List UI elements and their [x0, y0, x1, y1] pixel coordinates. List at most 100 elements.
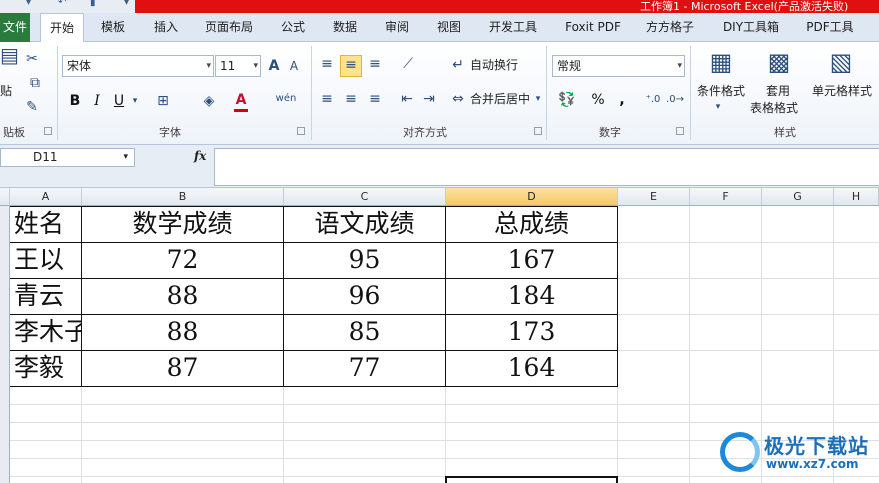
tab-page-layout[interactable]: 页面布局	[196, 13, 262, 42]
cell-b4[interactable]: 88	[82, 315, 283, 351]
align-middle-icon[interactable]: ≡	[340, 55, 362, 77]
cell-a1[interactable]: 姓名	[10, 207, 81, 243]
cell-c1[interactable]: 语文成绩	[284, 207, 445, 243]
tab-review[interactable]: 审阅	[376, 13, 418, 42]
increase-decimal-icon[interactable]: ⁺.0	[644, 91, 662, 109]
pinyin-icon[interactable]: wén	[274, 90, 298, 108]
column-header-f[interactable]: F	[690, 188, 762, 206]
formula-input[interactable]	[214, 148, 879, 186]
tab-developer[interactable]: 开发工具	[480, 13, 546, 42]
alignment-launcher-icon[interactable]	[534, 127, 542, 135]
cell-b2[interactable]: 72	[82, 243, 283, 279]
cell-d3[interactable]: 184	[446, 279, 617, 315]
tab-foxit-pdf[interactable]: Foxit PDF	[556, 13, 630, 42]
wrap-text-icon[interactable]: ↵	[450, 56, 466, 74]
row-headers[interactable]	[0, 206, 10, 483]
cell-c4[interactable]: 85	[284, 315, 445, 351]
cell-styles-button[interactable]: 单元格样式	[812, 82, 872, 100]
select-all-corner[interactable]	[0, 188, 10, 206]
tab-view[interactable]: 视图	[428, 13, 470, 42]
format-as-table-label-line1[interactable]: 套用	[766, 82, 790, 100]
comma-icon[interactable]: ,	[616, 91, 628, 109]
cell-a4[interactable]: 李木子	[10, 315, 81, 351]
tab-templates[interactable]: 模板	[90, 13, 136, 42]
align-right-icon[interactable]: ≡	[366, 90, 384, 108]
redo-icon[interactable]: ▮	[90, 0, 96, 8]
tab-file[interactable]: 文件	[0, 13, 30, 42]
cell-b1[interactable]: 数学成绩	[82, 207, 283, 243]
chevron-down-icon[interactable]: ▾	[130, 92, 140, 110]
cell-d4[interactable]: 173	[446, 315, 617, 351]
align-top-icon[interactable]: ≡	[318, 55, 336, 73]
name-box[interactable]: D11 ▾	[0, 148, 135, 167]
undo-icon[interactable]: ↶	[58, 0, 66, 8]
decrease-indent-icon[interactable]: ⇤	[398, 90, 416, 108]
format-as-table-label-line2[interactable]: 表格格式	[750, 99, 798, 117]
clipboard-launcher-icon[interactable]	[44, 127, 52, 135]
tab-diy-toolbox[interactable]: DIY工具箱	[712, 13, 790, 42]
cell-b5[interactable]: 87	[82, 351, 283, 387]
text-orientation-icon[interactable]: ⟋	[396, 55, 420, 73]
decrease-decimal-icon[interactable]: .0→	[666, 91, 684, 109]
cell-a5[interactable]: 李毅	[10, 351, 81, 387]
number-format-combo[interactable]: 常规 ▾	[552, 55, 685, 77]
decrease-font-icon[interactable]: A	[286, 57, 302, 75]
tab-insert[interactable]: 插入	[144, 13, 188, 42]
font-name-combo[interactable]: 宋体 ▾	[62, 55, 214, 77]
cell-b3[interactable]: 88	[82, 279, 283, 315]
tab-data[interactable]: 数据	[324, 13, 366, 42]
paste-icon[interactable]: ▤	[0, 45, 19, 65]
merge-center-icon[interactable]: ⇔	[450, 90, 466, 108]
customize-qat-icon[interactable]: ▾	[124, 0, 129, 8]
merge-center-button[interactable]: 合并后居中	[470, 90, 530, 108]
bold-icon[interactable]: B	[68, 92, 82, 110]
cell-a3[interactable]: 青云	[10, 279, 81, 315]
insert-function-icon[interactable]: fx	[194, 149, 206, 163]
column-header-e[interactable]: E	[618, 188, 690, 206]
cell-d1[interactable]: 总成绩	[446, 207, 617, 243]
column-header-b[interactable]: B	[82, 188, 284, 206]
column-header-h[interactable]: H	[834, 188, 879, 206]
save-icon[interactable]: ▾	[26, 0, 31, 8]
wrap-text-button[interactable]: 自动换行	[470, 56, 518, 74]
column-header-c[interactable]: C	[284, 188, 446, 206]
percent-icon[interactable]: %	[590, 91, 606, 109]
chevron-down-icon[interactable]: ▾	[712, 98, 724, 116]
fill-color-icon[interactable]: ◈	[200, 92, 218, 110]
cell-a2[interactable]: 王以	[10, 243, 81, 279]
column-header-g[interactable]: G	[762, 188, 834, 206]
font-color-icon[interactable]: A	[234, 91, 248, 112]
format-painter-icon[interactable]: ✎	[24, 98, 40, 116]
underline-icon[interactable]: U	[112, 92, 126, 110]
cell-d2[interactable]: 167	[446, 243, 617, 279]
active-cell-selection[interactable]	[445, 476, 618, 483]
cell-c2[interactable]: 95	[284, 243, 445, 279]
borders-icon[interactable]: ⊞	[154, 92, 172, 110]
cell-styles-icon[interactable]: ▧	[826, 47, 856, 77]
align-left-icon[interactable]: ≡	[318, 90, 336, 108]
paste-button-label[interactable]: 贴	[0, 82, 12, 100]
cell-c5[interactable]: 77	[284, 351, 445, 387]
align-bottom-icon[interactable]: ≡	[366, 55, 384, 73]
tab-fangfang[interactable]: 方方格子	[638, 13, 702, 42]
cell-d5[interactable]: 164	[446, 351, 617, 387]
increase-indent-icon[interactable]: ⇥	[420, 90, 438, 108]
cell-c3[interactable]: 96	[284, 279, 445, 315]
accounting-format-icon[interactable]: 💱	[556, 91, 578, 109]
chevron-down-icon[interactable]: ▾	[533, 90, 543, 108]
cut-icon[interactable]: ✂	[24, 50, 40, 68]
italic-icon[interactable]: I	[90, 92, 104, 110]
increase-font-icon[interactable]: A	[266, 57, 282, 75]
number-launcher-icon[interactable]	[676, 127, 684, 135]
font-launcher-icon[interactable]	[297, 127, 305, 135]
conditional-format-icon[interactable]: ▦	[706, 47, 736, 77]
font-size-combo[interactable]: 11 ▾	[215, 55, 261, 77]
tab-pdf-tools[interactable]: PDF工具	[798, 13, 862, 42]
column-header-d[interactable]: D	[446, 188, 618, 206]
format-as-table-icon[interactable]: ▩	[764, 47, 794, 77]
align-center-icon[interactable]: ≡	[342, 90, 360, 108]
tab-home[interactable]: 开始	[40, 13, 84, 43]
column-header-a[interactable]: A	[10, 188, 82, 206]
copy-icon[interactable]: ⧉	[24, 74, 46, 92]
tab-formulas[interactable]: 公式	[272, 13, 314, 42]
